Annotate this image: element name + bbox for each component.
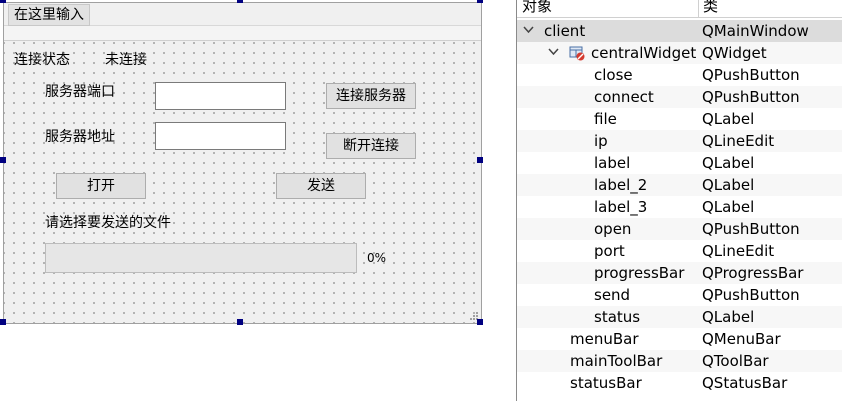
tree-row-label_3[interactable]: label_3 QLabel xyxy=(517,196,842,218)
tree-row-status[interactable]: status QLabel xyxy=(517,306,842,328)
tree-row-object: close xyxy=(594,66,633,84)
tree-row-class: QMainWindow xyxy=(702,22,809,40)
selection-handle-top-right[interactable] xyxy=(477,0,483,3)
status-value-label: 未连接 xyxy=(105,52,147,68)
server-port-label: 服务器端口 xyxy=(45,84,115,100)
ip-input[interactable] xyxy=(155,122,286,150)
tree-row-menuBar[interactable]: menuBar QMenuBar xyxy=(517,328,842,350)
selection-handle-top-center[interactable] xyxy=(237,0,243,3)
tree-row-class: QLineEdit xyxy=(702,132,775,150)
tree-row-class: QPushButton xyxy=(702,66,800,84)
main-toolbar[interactable] xyxy=(4,26,481,41)
progress-percent-text: 0% xyxy=(367,251,387,265)
selection-handle-bottom-right[interactable] xyxy=(477,319,483,325)
tree-row-class: QLabel xyxy=(702,198,755,216)
tree-row-class: QLineEdit xyxy=(702,242,775,260)
menu-bar[interactable]: 在这里输入 xyxy=(4,3,481,26)
selection-handle-middle-left[interactable] xyxy=(0,157,6,163)
chevron-down-icon[interactable] xyxy=(523,26,534,34)
tree-row-object: connect xyxy=(594,88,654,106)
tree-row-object: mainToolBar xyxy=(570,352,663,370)
tree-row-statusBar[interactable]: statusBar QStatusBar xyxy=(517,372,842,394)
tree-row-object: open xyxy=(594,220,632,238)
server-ip-label: 服务器地址 xyxy=(45,129,115,145)
status-caption-label: 连接状态 xyxy=(14,52,70,68)
tree-row-class: QLabel xyxy=(702,110,755,128)
tree-row-object: label_3 xyxy=(594,198,648,216)
open-button[interactable]: 打开 xyxy=(56,173,146,199)
tree-row-object: centralWidget xyxy=(591,44,697,62)
close-button[interactable]: 断开连接 xyxy=(326,133,416,159)
tree-row-class: QProgressBar xyxy=(702,264,804,282)
tree-row-centralWidget[interactable]: centralWidget QWidget xyxy=(517,42,842,64)
tree-row-progressBar[interactable]: progressBar QProgressBar xyxy=(517,262,842,284)
connect-button[interactable]: 连接服务器 xyxy=(326,83,416,109)
object-inspector: 对象 类 client QMainWindow centralWidget QW… xyxy=(516,0,842,401)
tree-row-object: ip xyxy=(594,132,608,150)
tree-row-object: progressBar xyxy=(594,264,685,282)
tree-row-class: QPushButton xyxy=(702,286,800,304)
tree-row-object: statusBar xyxy=(570,374,642,392)
selection-handle-middle-right[interactable] xyxy=(477,157,483,163)
file-label: 请选择要发送的文件 xyxy=(45,215,171,231)
column-header-object[interactable]: 对象 xyxy=(522,0,552,15)
tree-row-ip[interactable]: ip QLineEdit xyxy=(517,130,842,152)
send-button[interactable]: 发送 xyxy=(276,173,366,199)
tree-row-mainToolBar[interactable]: mainToolBar QToolBar xyxy=(517,350,842,372)
inspector-header: 对象 类 xyxy=(517,0,842,18)
tree-row-port[interactable]: port QLineEdit xyxy=(517,240,842,262)
tree-row-class: QMenuBar xyxy=(702,330,781,348)
tree-row-file[interactable]: file QLabel xyxy=(517,108,842,130)
tree-row-close[interactable]: close QPushButton xyxy=(517,64,842,86)
tree-row-object: send xyxy=(594,286,631,304)
tree-row-object: port xyxy=(594,242,625,260)
tree-row-connect[interactable]: connect QPushButton xyxy=(517,86,842,108)
port-input[interactable] xyxy=(155,82,286,110)
tree-row-open[interactable]: open QPushButton xyxy=(517,218,842,240)
selection-handle-top-left[interactable] xyxy=(0,0,6,3)
tree-row-object: client xyxy=(544,22,586,40)
broken-layout-icon xyxy=(569,46,585,61)
tree-row-send[interactable]: send QPushButton xyxy=(517,284,842,306)
tree-row-object: label xyxy=(594,154,631,172)
tree-row-object: file xyxy=(594,110,617,128)
form-window-client[interactable]: 在这里输入 连接状态 未连接 服务器端口 连接服务器 服务器地址 断开连接 打开… xyxy=(3,2,482,324)
tree-row-class: QToolBar xyxy=(702,352,769,370)
selection-handle-bottom-center[interactable] xyxy=(237,319,243,325)
progress-bar xyxy=(45,243,357,273)
tree-row-object: status xyxy=(594,308,641,326)
chevron-down-icon[interactable] xyxy=(548,48,559,56)
tree-row-object: menuBar xyxy=(570,330,639,348)
selection-handle-bottom-left[interactable] xyxy=(0,319,6,325)
menu-type-here-placeholder[interactable]: 在这里输入 xyxy=(8,4,90,26)
tree-row-label_2[interactable]: label_2 QLabel xyxy=(517,174,842,196)
tree-row-class: QStatusBar xyxy=(702,374,788,392)
tree-row-class: QWidget xyxy=(702,44,767,62)
form-editor-area: 在这里输入 连接状态 未连接 服务器端口 连接服务器 服务器地址 断开连接 打开… xyxy=(0,0,516,401)
tree-row-label[interactable]: label QLabel xyxy=(517,152,842,174)
column-header-class[interactable]: 类 xyxy=(698,0,718,17)
tree-row-class: QPushButton xyxy=(702,220,800,238)
tree-row-class: QPushButton xyxy=(702,88,800,106)
tree-row-class: QLabel xyxy=(702,154,755,172)
tree-row-client[interactable]: client QMainWindow xyxy=(517,20,842,42)
tree-row-class: QLabel xyxy=(702,176,755,194)
tree-row-object: label_2 xyxy=(594,176,648,194)
tree-row-class: QLabel xyxy=(702,308,755,326)
